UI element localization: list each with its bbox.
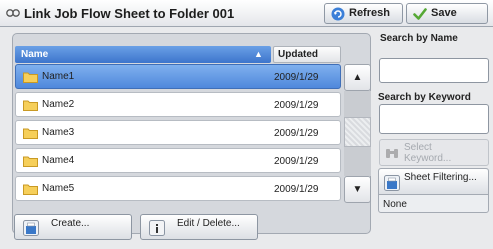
folder-icon <box>23 72 38 83</box>
save-button[interactable]: Save <box>406 3 488 24</box>
refresh-button[interactable]: Refresh <box>324 3 403 24</box>
page-title: Link Job Flow Sheet to Folder 001 <box>24 6 235 21</box>
row-name: Name3 <box>42 127 75 138</box>
select-keyword-button[interactable]: Select Keyword... <box>379 139 489 166</box>
search-by-name-label: Search by Name <box>380 33 458 44</box>
job-flow-icon <box>6 9 20 17</box>
save-check-icon <box>413 8 427 20</box>
row-updated: 2009/1/29 <box>274 128 319 139</box>
row-name: Name4 <box>42 155 75 166</box>
sheet-filtering-label: Sheet Filtering... <box>404 172 477 183</box>
folder-icon <box>23 128 38 139</box>
search-by-keyword-label: Search by Keyword <box>378 92 471 103</box>
save-label: Save <box>431 7 457 19</box>
row-name: Name2 <box>42 99 75 110</box>
table-row[interactable]: Name3 2009/1/29 <box>15 120 341 145</box>
row-name: Name5 <box>42 183 75 194</box>
edit-delete-label: Edit / Delete... <box>177 218 240 229</box>
search-by-name-input[interactable] <box>379 58 489 83</box>
column-header-updated[interactable]: Updated <box>273 46 341 63</box>
row-name: Name1 <box>42 71 75 82</box>
row-updated: 2009/1/29 <box>274 156 319 167</box>
select-keyword-label-line2: Keyword... <box>404 153 452 164</box>
row-updated: 2009/1/29 <box>274 100 319 111</box>
scrollbar-thumb[interactable] <box>344 117 371 147</box>
edit-icon <box>149 220 165 236</box>
binoculars-icon <box>386 149 398 158</box>
edit-delete-button[interactable]: Edit / Delete... <box>140 214 258 240</box>
refresh-label: Refresh <box>349 7 390 19</box>
column-header-name[interactable]: Name ▲ <box>15 46 271 63</box>
column-name-label: Name <box>21 49 49 60</box>
folder-icon <box>23 100 38 111</box>
column-updated-label: Updated <box>278 49 318 60</box>
sheet-filtering-button[interactable]: Sheet Filtering... <box>379 169 488 195</box>
filter-icon <box>384 175 400 191</box>
table-row[interactable]: Name1 2009/1/29 <box>15 64 341 89</box>
folder-icon <box>23 156 38 167</box>
row-updated: 2009/1/29 <box>274 184 319 195</box>
row-updated: 2009/1/29 <box>274 72 319 83</box>
sort-ascending-icon: ▲ <box>254 49 263 59</box>
create-icon <box>23 220 39 236</box>
folder-icon <box>23 184 38 195</box>
scroll-up-button[interactable]: ▲ <box>344 64 371 91</box>
select-keyword-label-line1: Select <box>404 142 432 153</box>
select-keyword-label: Select Keyword... <box>404 142 464 164</box>
table-row[interactable]: Name2 2009/1/29 <box>15 92 341 117</box>
table-row[interactable]: Name5 2009/1/29 <box>15 176 341 201</box>
search-by-keyword-input[interactable] <box>379 104 489 134</box>
create-label: Create... <box>51 218 90 229</box>
refresh-icon <box>331 7 345 21</box>
table-row[interactable]: Name4 2009/1/29 <box>15 148 341 173</box>
sheet-filter-value: None <box>383 199 407 210</box>
create-button[interactable]: Create... <box>14 214 132 240</box>
scroll-down-button[interactable]: ▼ <box>344 176 371 203</box>
